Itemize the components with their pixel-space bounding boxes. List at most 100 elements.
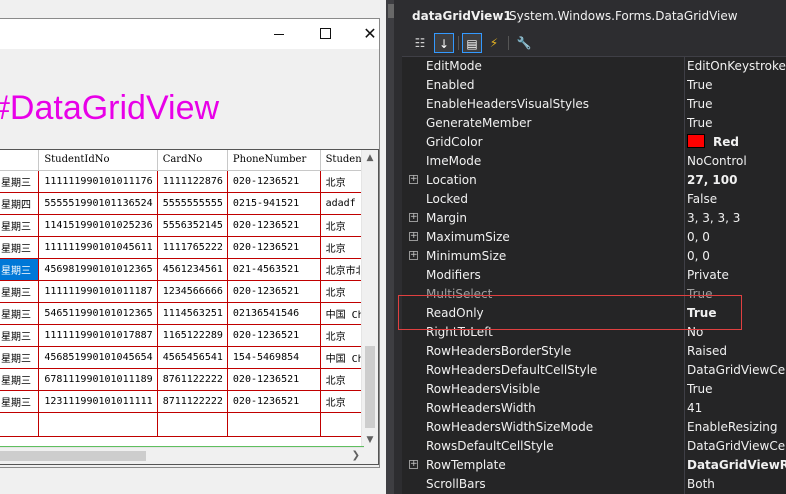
grid-cell[interactable]: 456851990101045654 [38, 346, 158, 369]
grid-cell[interactable]: 020-1236521 [227, 170, 321, 193]
property-row-scrollbars[interactable]: ScrollBars Both [402, 475, 786, 494]
grid-cell[interactable]: 星期三 [0, 368, 40, 391]
property-value[interactable]: No [687, 323, 786, 342]
expand-plus-icon[interactable]: + [409, 232, 418, 241]
grid-cell[interactable]: 星期三 [0, 324, 40, 347]
property-row-enabled[interactable]: Enabled True [402, 76, 786, 95]
grid-cell[interactable]: 1114563251 [157, 302, 228, 325]
expand-plus-icon[interactable]: + [409, 175, 418, 184]
grid-column-header[interactable]: CardNo [157, 150, 228, 171]
form-designer-surface[interactable]: ✕ #DataGridView StudentIdNo CardNo PhoneNu… [0, 0, 392, 494]
grid-cell[interactable]: 1111122876 [157, 170, 228, 193]
maximize-button[interactable] [303, 23, 349, 45]
minimize-button[interactable] [257, 23, 303, 45]
grid-vertical-scrollbar[interactable]: ▲ ▼ [361, 150, 378, 448]
grid-cell[interactable]: 星期三 [0, 302, 40, 325]
property-row-minimumsize[interactable]: + MinimumSize 0, 0 [402, 247, 786, 266]
property-row-readonly[interactable]: ReadOnly True [402, 304, 786, 323]
property-value[interactable]: Both [687, 475, 786, 494]
grid-cell[interactable]: 4561234561 [157, 258, 228, 281]
grid-cell-empty[interactable] [0, 412, 40, 437]
grid-cell[interactable]: 星期四 [0, 192, 40, 215]
grid-row[interactable]: 星期三 111111990101011176 1111122876 020-12365… [0, 170, 378, 193]
grid-cell[interactable]: 123111990101011111 [38, 390, 158, 413]
grid-cell[interactable]: 111111990101011176 [38, 170, 158, 193]
scroll-right-icon[interactable]: ❯ [352, 448, 360, 464]
panel-splitter[interactable] [394, 0, 402, 494]
grid-cell[interactable]: 星期三 [0, 390, 40, 413]
property-row-locked[interactable]: Locked False [402, 190, 786, 209]
grid-cell[interactable]: 02136541546 [227, 302, 321, 325]
property-value[interactable]: True [687, 76, 786, 95]
property-value[interactable]: True [687, 380, 786, 399]
property-row-margin[interactable]: + Margin 3, 3, 3, 3 [402, 209, 786, 228]
grid-cell[interactable]: 020-1236521 [227, 390, 321, 413]
expand-plus-icon[interactable]: + [409, 251, 418, 260]
property-row-location[interactable]: + Location 27, 100 [402, 171, 786, 190]
grid-cell-empty[interactable] [227, 412, 321, 437]
property-value[interactable]: Red [687, 133, 786, 152]
alphabetical-icon[interactable]: ↓ [434, 33, 454, 53]
property-value[interactable]: 0, 0 [687, 247, 786, 266]
scroll-up-icon[interactable]: ▲ [362, 150, 378, 166]
property-value[interactable]: True [687, 304, 786, 323]
property-row-maximumsize[interactable]: + MaximumSize 0, 0 [402, 228, 786, 247]
property-pages-wrench-icon[interactable]: 🔧 [514, 33, 534, 53]
grid-cell[interactable]: 456981990101012365 [38, 258, 158, 281]
grid-row[interactable]: 星期三 111111990101017887 1165122289 020-12365… [0, 324, 378, 347]
grid-cell[interactable]: 555551990101136524 [38, 192, 158, 215]
grid-cell[interactable]: 星期三 [0, 346, 40, 369]
grid-horizontal-scrollbar[interactable]: ❯ [0, 447, 364, 464]
grid-cell[interactable]: 星期三 [0, 214, 40, 237]
grid-cell[interactable]: 111111990101045611 [38, 236, 158, 259]
property-row-editmode[interactable]: EditMode EditOnKeystrokeOrF2 [402, 57, 786, 76]
grid-row[interactable]: 星期三 123111990101011111 8711122222 020-12365… [0, 390, 378, 413]
scroll-down-icon[interactable]: ▼ [362, 432, 378, 448]
grid-vertical-scroll-thumb[interactable] [365, 346, 375, 428]
property-value[interactable]: EditOnKeystrokeOrF2 [687, 57, 786, 76]
grid-cell[interactable]: 020-1236521 [227, 324, 321, 347]
property-row-rowheaderswidthsizemode[interactable]: RowHeadersWidthSizeMode EnableResizing [402, 418, 786, 437]
grid-column-header[interactable]: PhoneNumber [227, 150, 321, 171]
grid-cell[interactable]: 4565456541 [157, 346, 228, 369]
grid-cell[interactable]: 5556352145 [157, 214, 228, 237]
grid-new-row[interactable] [0, 412, 378, 437]
grid-row[interactable]: 星期三 678111990101011189 8761122222 020-12365… [0, 368, 378, 391]
grid-cell[interactable]: 5555555555 [157, 192, 228, 215]
grid-horizontal-scroll-thumb[interactable] [0, 451, 146, 461]
grid-cell[interactable]: 020-1236521 [227, 236, 321, 259]
grid-cell[interactable]: 0215-941521 [227, 192, 321, 215]
property-value[interactable]: EnableResizing [687, 418, 786, 437]
property-row-generatemember[interactable]: GenerateMember True [402, 114, 786, 133]
categorized-icon[interactable]: ☷ [410, 33, 430, 53]
property-value[interactable]: True [687, 95, 786, 114]
property-value[interactable]: DataGridViewCellStyle [687, 437, 786, 456]
expand-plus-icon[interactable]: + [409, 460, 418, 469]
property-row-modifiers[interactable]: Modifiers Private [402, 266, 786, 285]
property-value[interactable]: 27, 100 [687, 171, 786, 190]
grid-row[interactable]: 星期三 456851990101045654 4565456541 154-54698… [0, 346, 378, 369]
property-value[interactable]: Raised [687, 342, 786, 361]
grid-row[interactable]: 星期四 555551990101136524 5555555555 0215-9415… [0, 192, 378, 215]
form-window[interactable]: ✕ #DataGridView StudentIdNo CardNo PhoneNu… [0, 18, 380, 468]
events-lightning-icon[interactable]: ⚡ [484, 33, 504, 53]
grid-cell[interactable]: 111111990101017887 [38, 324, 158, 347]
property-row-righttoleft[interactable]: RightToLeft No [402, 323, 786, 342]
property-row-rowsdefaultcellstyle[interactable]: RowsDefaultCellStyle DataGridViewCellStyl… [402, 437, 786, 456]
grid-cell[interactable]: 8761122222 [157, 368, 228, 391]
grid-cell[interactable]: 021-4563521 [227, 258, 321, 281]
grid-cell-empty[interactable] [157, 412, 228, 437]
grid-cell-empty[interactable] [38, 412, 158, 437]
grid-cell[interactable]: 678111990101011189 [38, 368, 158, 391]
expand-plus-icon[interactable]: + [409, 213, 418, 222]
grid-cell[interactable]: 020-1236521 [227, 368, 321, 391]
property-value[interactable]: 3, 3, 3, 3 [687, 209, 786, 228]
grid-cell[interactable]: 8711122222 [157, 390, 228, 413]
grid-cell[interactable]: 星期三 [0, 280, 40, 303]
property-row-rowheaderswidth[interactable]: RowHeadersWidth 41 [402, 399, 786, 418]
grid-cell[interactable]: 020-1236521 [227, 280, 321, 303]
grid-row[interactable]: 星期三 456981990101012365 4561234561 021-45635… [0, 258, 378, 281]
grid-cell[interactable]: 114151990101025236 [38, 214, 158, 237]
grid-cell[interactable]: 星期三 [0, 170, 40, 193]
property-row-enableheadersvisualstyles[interactable]: EnableHeadersVisualStyles True [402, 95, 786, 114]
